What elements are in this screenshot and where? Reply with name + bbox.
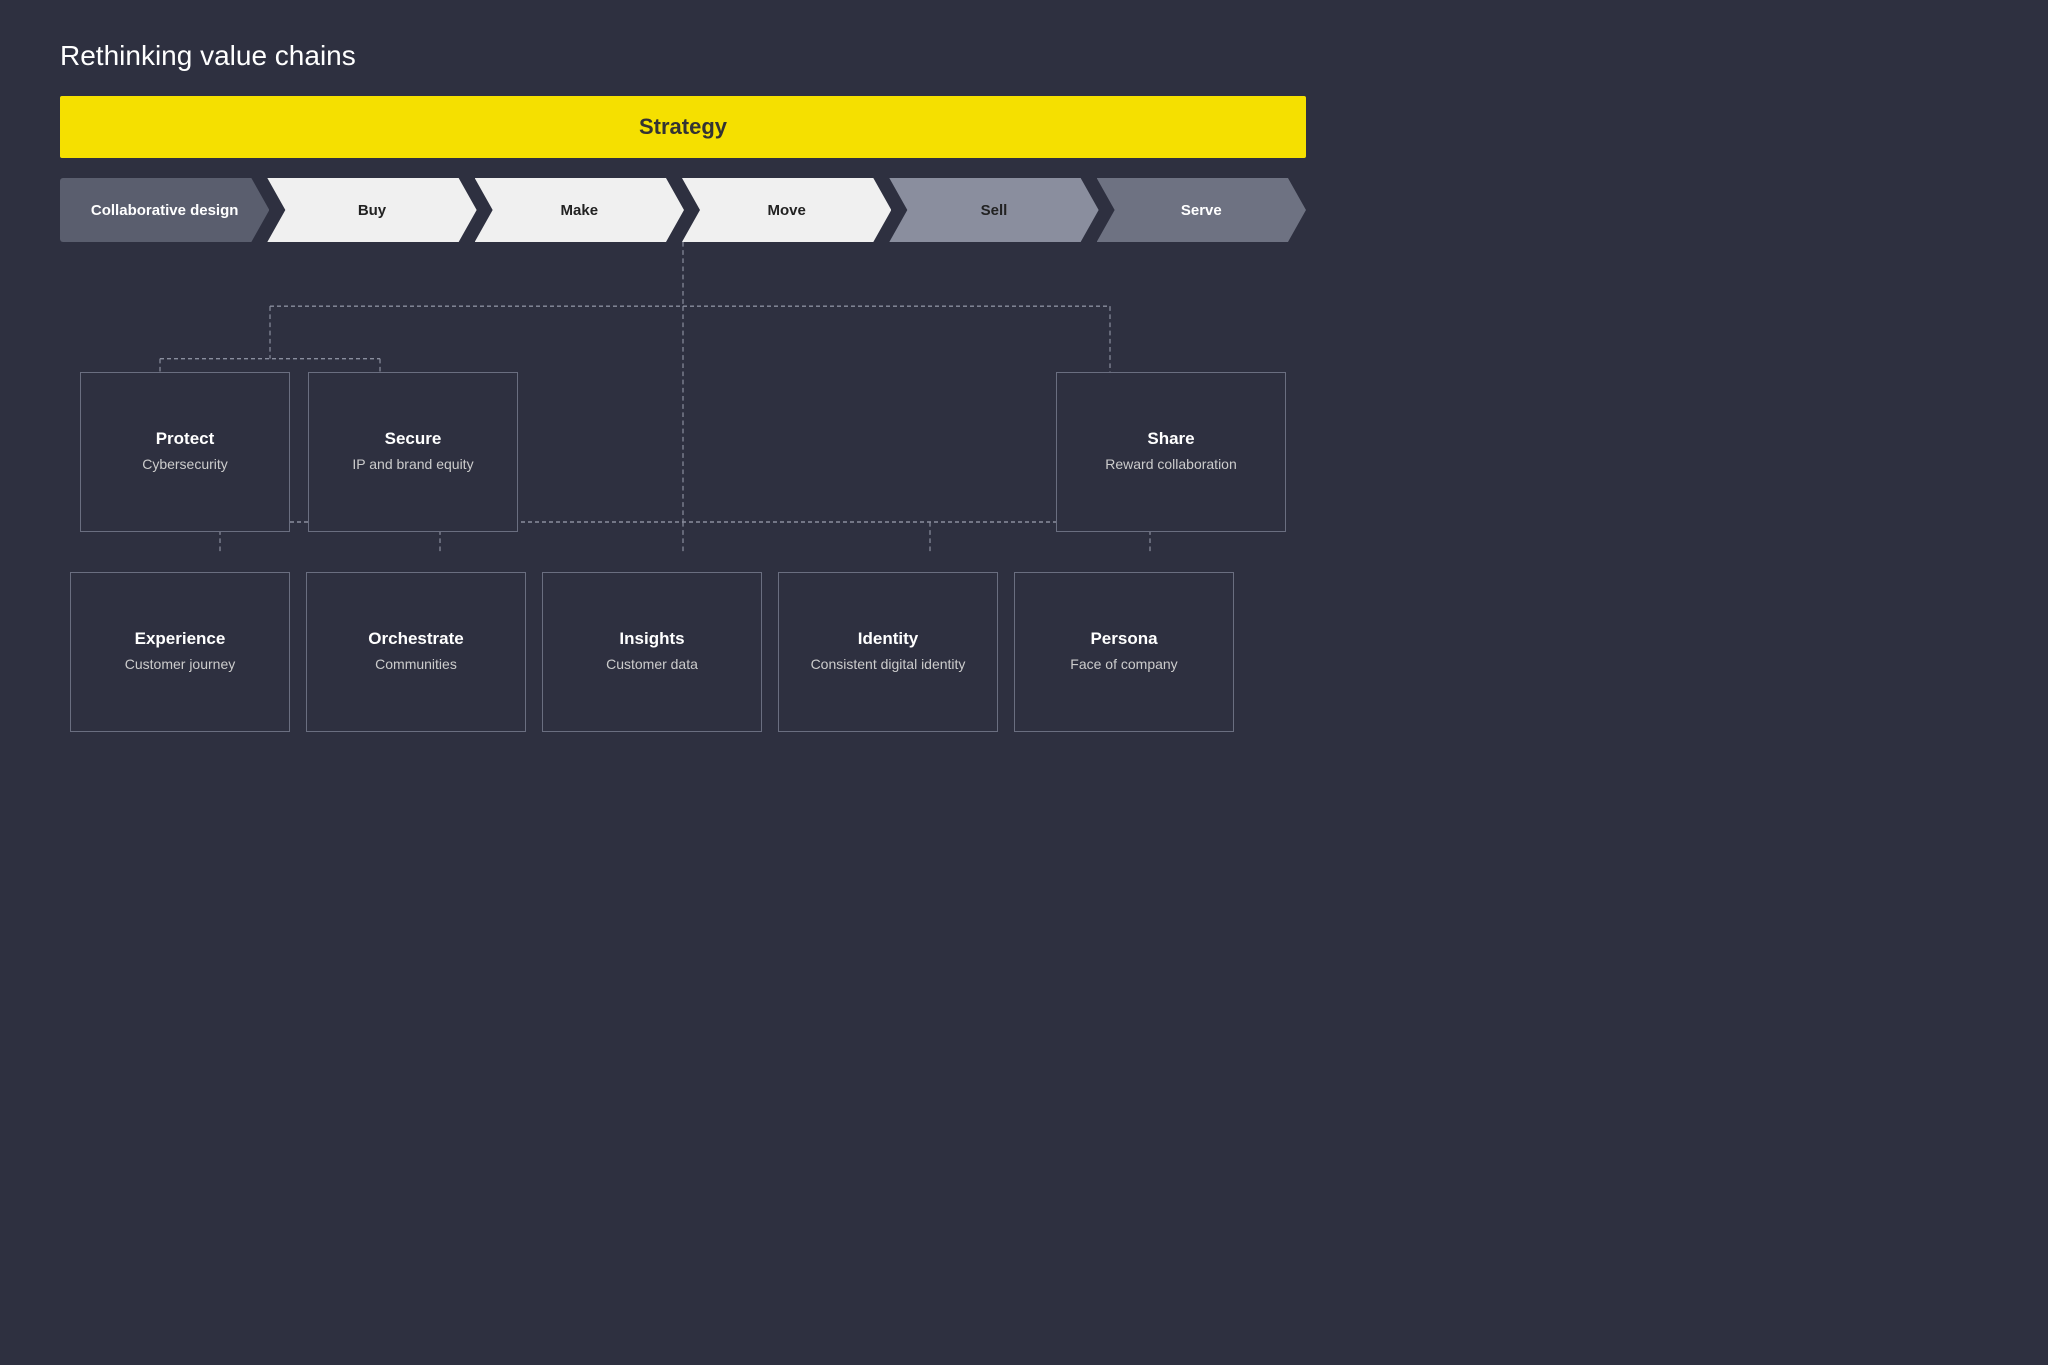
chain-item-move: Move (682, 178, 891, 242)
chain-item-buy: Buy (267, 178, 476, 242)
value-chain: Collaborative design Buy Make Move Sell … (60, 178, 1306, 242)
box-share: Share Reward collaboration (1056, 372, 1286, 532)
chain-item-sell: Sell (889, 178, 1098, 242)
box-identity: Identity Consistent digital identity (778, 572, 998, 732)
box-insights: Insights Customer data (542, 572, 762, 732)
strategy-bar: Strategy (60, 96, 1306, 158)
box-orchestrate: Orchestrate Communities (306, 572, 526, 732)
box-secure: Secure IP and brand equity (308, 372, 518, 532)
chain-item-collaborative: Collaborative design (60, 178, 269, 242)
chain-item-serve: Serve (1097, 178, 1306, 242)
box-experience: Experience Customer journey (70, 572, 290, 732)
box-protect: Protect Cybersecurity (80, 372, 290, 532)
box-persona: Persona Face of company (1014, 572, 1234, 732)
page-title: Rethinking value chains (60, 40, 1306, 72)
chain-item-make: Make (475, 178, 684, 242)
diagram-area: Protect Cybersecurity Secure IP and bran… (60, 242, 1306, 732)
